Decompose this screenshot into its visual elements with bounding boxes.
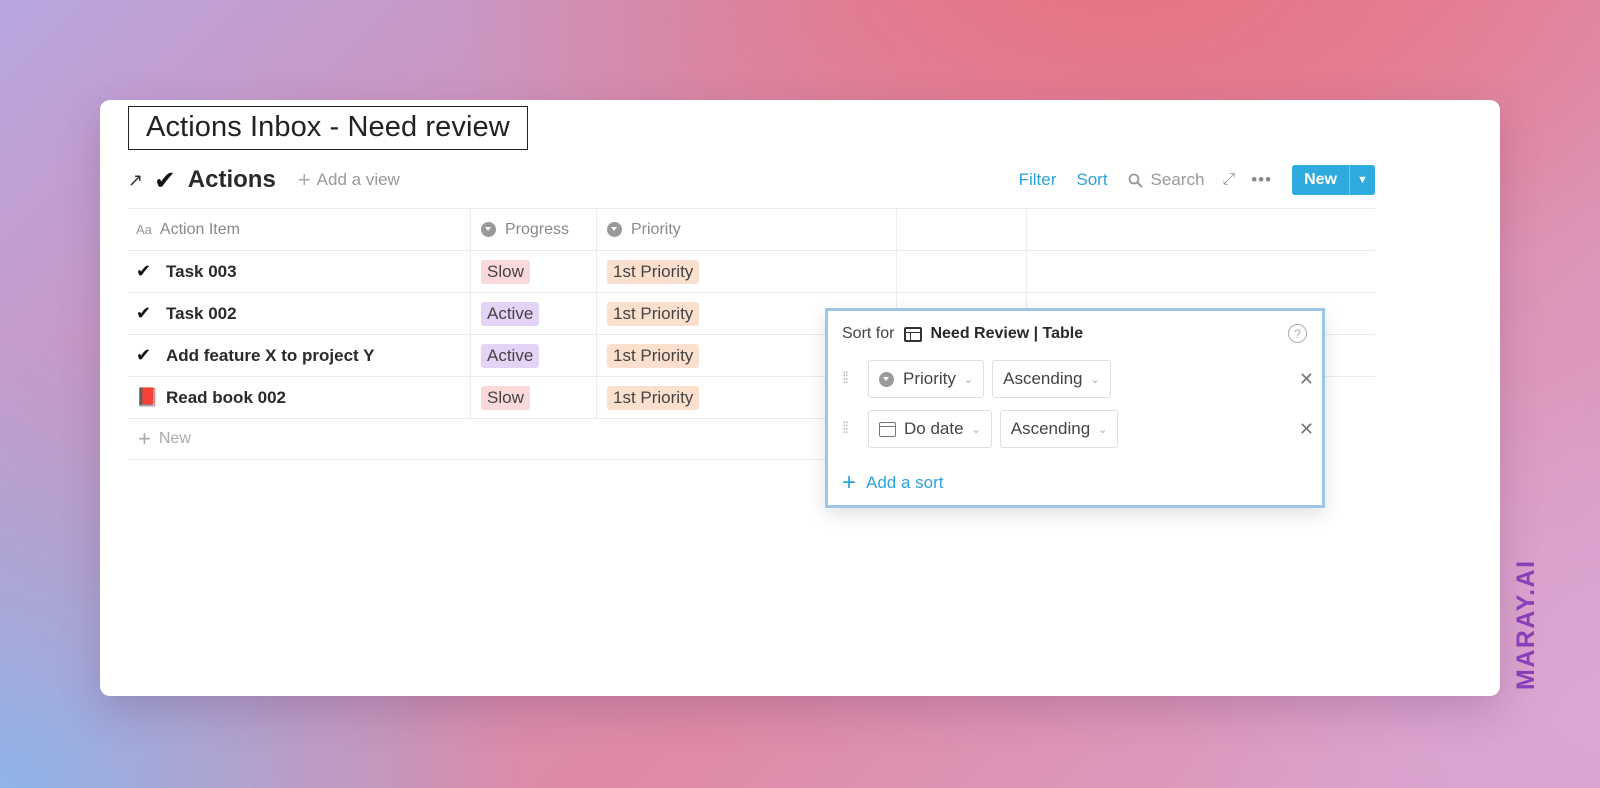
chevron-down-icon[interactable]: ▼: [1349, 165, 1375, 195]
progress-cell[interactable]: Slow: [471, 251, 597, 292]
header-label: Action Item: [159, 220, 240, 238]
header-hidden-col[interactable]: [1027, 209, 1375, 250]
action-item-cell[interactable]: 📕 Read book 002: [128, 377, 471, 418]
sort-direction-select[interactable]: Ascending ⌄: [992, 360, 1111, 398]
select-property-icon: [481, 222, 496, 237]
sort-view-name: Need Review | Table: [930, 325, 1084, 342]
close-icon[interactable]: ✕: [1299, 419, 1314, 440]
chevron-down-icon: ⌄: [1090, 373, 1100, 386]
priority-tag: 1st Priority: [607, 259, 700, 284]
sort-property-label: Do date: [904, 419, 964, 438]
checkmark-icon: ✔: [136, 303, 152, 323]
select-property-icon: [879, 371, 894, 387]
new-button[interactable]: New ▼: [1292, 165, 1375, 195]
progress-cell[interactable]: Active: [471, 293, 597, 334]
toolbar-right: Filter Sort Search ⤢ ••• New ▼: [1019, 162, 1375, 198]
progress-tag: Slow: [481, 385, 530, 410]
add-sort-label: Add a sort: [866, 473, 944, 492]
sort-popup: Sort for Need Review | Table ? ⁞⁞ Priori…: [825, 308, 1325, 508]
priority-tag: 1st Priority: [607, 385, 700, 410]
progress-tag: Active: [481, 301, 540, 326]
header-label: Progress: [505, 220, 570, 238]
search-button[interactable]: Search: [1128, 170, 1205, 190]
book-icon: 📕: [136, 387, 159, 407]
database-toolbar: ↗ ✔ Actions + Add a view Filter Sort Sea…: [128, 162, 1375, 198]
table-header-row: Aa Action Item Progress Priority: [128, 208, 1375, 250]
database-name[interactable]: Actions: [188, 166, 276, 194]
search-icon: [1128, 173, 1143, 188]
sort-for-label: Sort for: [842, 325, 895, 342]
action-item-title[interactable]: Add feature X to project Y: [166, 346, 374, 366]
add-sort-button[interactable]: + Add a sort: [842, 469, 944, 497]
checkmark-icon: ✔: [154, 164, 176, 195]
text-property-icon: Aa: [136, 222, 152, 237]
priority-tag: 1st Priority: [607, 301, 700, 326]
sort-direction-label: Ascending: [1003, 369, 1083, 388]
expand-icon[interactable]: ⤢: [1222, 171, 1235, 189]
close-icon[interactable]: ✕: [1299, 369, 1314, 390]
plus-icon: +: [297, 167, 311, 192]
toolbar-left: ↗ ✔ Actions + Add a view: [128, 162, 400, 198]
sort-direction-select[interactable]: Ascending ⌄: [999, 410, 1119, 448]
header-label: Priority: [631, 220, 681, 238]
header-progress[interactable]: Progress: [471, 209, 597, 250]
filter-button[interactable]: Filter: [1019, 170, 1057, 190]
help-icon[interactable]: ?: [1288, 324, 1307, 343]
chevron-down-icon: ⌄: [963, 373, 974, 386]
search-label: Search: [1150, 170, 1205, 189]
empty-cell[interactable]: [1027, 251, 1375, 292]
action-item-cell[interactable]: ✔ Task 003: [128, 251, 471, 292]
table-view-icon: [904, 326, 923, 342]
progress-tag: Slow: [481, 259, 530, 284]
drag-handle-icon[interactable]: ⁞⁞: [842, 420, 868, 438]
progress-tag: Active: [481, 343, 540, 368]
add-view-label: Add a view: [316, 170, 400, 189]
plus-icon: +: [138, 426, 151, 451]
empty-cell[interactable]: [897, 251, 1027, 292]
calendar-icon: [879, 421, 896, 437]
watermark-logo: MARAY.AI: [1512, 559, 1540, 690]
chevron-down-icon: ⌄: [971, 423, 981, 436]
header-hidden-col[interactable]: [897, 209, 1027, 250]
more-options-icon[interactable]: •••: [1251, 170, 1272, 190]
new-row-label: New: [158, 430, 191, 447]
checkmark-icon: ✔: [136, 345, 152, 365]
action-item-cell[interactable]: ✔ Task 002: [128, 293, 471, 334]
sort-property-select[interactable]: Priority ⌄: [868, 360, 985, 398]
sort-rule: ⁞⁞ Priority ⌄ Ascending ⌄ ✕: [842, 359, 1314, 399]
priority-tag: 1st Priority: [607, 343, 700, 368]
select-property-icon: [607, 222, 622, 237]
sort-property-select[interactable]: Do date ⌄: [868, 410, 992, 448]
sort-button[interactable]: Sort: [1076, 170, 1107, 190]
add-view-button[interactable]: + Add a view: [298, 167, 400, 193]
table-row[interactable]: ✔ Task 003 Slow 1st Priority: [128, 250, 1375, 292]
progress-cell[interactable]: Slow: [471, 377, 597, 418]
chevron-down-icon: ⌄: [1098, 423, 1108, 436]
action-item-cell[interactable]: ✔ Add feature X to project Y: [128, 335, 471, 376]
open-link-icon[interactable]: ↗: [128, 170, 154, 191]
action-item-title[interactable]: Task 002: [166, 304, 237, 324]
plus-icon: +: [842, 469, 857, 496]
sort-property-label: Priority: [903, 369, 956, 388]
sort-rule: ⁞⁞ Do date ⌄ Ascending ⌄ ✕: [842, 409, 1314, 449]
priority-cell[interactable]: 1st Priority: [597, 251, 897, 292]
progress-cell[interactable]: Active: [471, 335, 597, 376]
sort-direction-label: Ascending: [1010, 419, 1091, 438]
sort-popup-header: Sort for Need Review | Table: [842, 325, 1083, 343]
action-item-title[interactable]: Task 003: [166, 262, 237, 282]
new-button-label[interactable]: New: [1292, 165, 1349, 195]
header-priority[interactable]: Priority: [597, 209, 897, 250]
header-action-item[interactable]: Aa Action Item: [128, 209, 471, 250]
page-title: Actions Inbox - Need review: [128, 106, 528, 150]
action-item-title[interactable]: Read book 002: [166, 388, 286, 408]
checkmark-icon: ✔: [136, 261, 152, 281]
drag-handle-icon[interactable]: ⁞⁞: [842, 370, 868, 388]
